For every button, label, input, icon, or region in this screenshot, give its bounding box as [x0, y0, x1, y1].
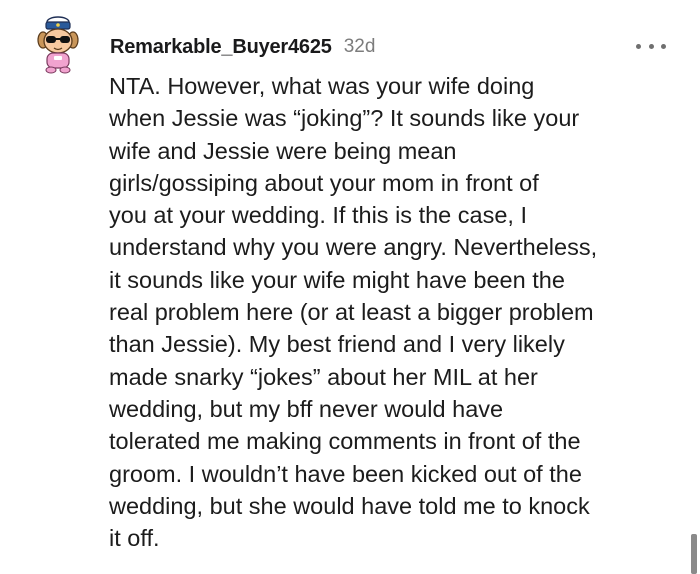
- comment-line: groom. I wouldn’t have been kicked out o…: [109, 460, 582, 487]
- comment-line: you at your wedding. If this is the case…: [109, 202, 527, 229]
- comment-line: made snarky “jokes” about her MIL at her: [109, 363, 538, 390]
- more-options-icon: [636, 43, 641, 49]
- comment-line: girls/gossiping about your mom in front …: [109, 169, 539, 196]
- comment: Remarkable_Buyer4625 32d NTA. However, w…: [0, 0, 700, 574]
- comment-line: understand why you were angry. Neverthel…: [109, 234, 598, 261]
- comment-line: it off.: [109, 525, 160, 552]
- more-options-icon-dot-3: [661, 43, 666, 49]
- comment-line: when Jessie was “joking”? It sounds like…: [109, 105, 580, 132]
- comment-header: Remarkable_Buyer4625 32d: [110, 30, 375, 64]
- comment-line: wife and Jessie were being mean: [109, 137, 457, 164]
- comment-line: real problem here (or at least a bigger …: [109, 299, 594, 326]
- scrollbar-thumb[interactable]: [691, 534, 697, 574]
- comment-line: wedding, but my bff never would have: [109, 395, 504, 422]
- more-options-icon-dot-2: [648, 43, 654, 49]
- snoo-avatar-icon: [37, 16, 79, 74]
- avatar[interactable]: [34, 14, 80, 76]
- comment-line: NTA. However, what was your wife doing: [109, 73, 535, 99]
- comment-age: 32d: [343, 36, 376, 57]
- more-options-button[interactable]: [636, 36, 666, 56]
- comment-body: NTA. However, what was your wife doing w…: [109, 70, 694, 554]
- comment-line: than Jessie). My best friend and I very …: [109, 331, 565, 358]
- comment-line: wedding, but she would have told me to k…: [109, 492, 590, 519]
- username-link[interactable]: Remarkable_Buyer4625: [110, 36, 332, 59]
- comment-line: tolerated me making comments in front of…: [109, 428, 581, 455]
- comment-line: it sounds like your wife might have been…: [109, 266, 565, 293]
